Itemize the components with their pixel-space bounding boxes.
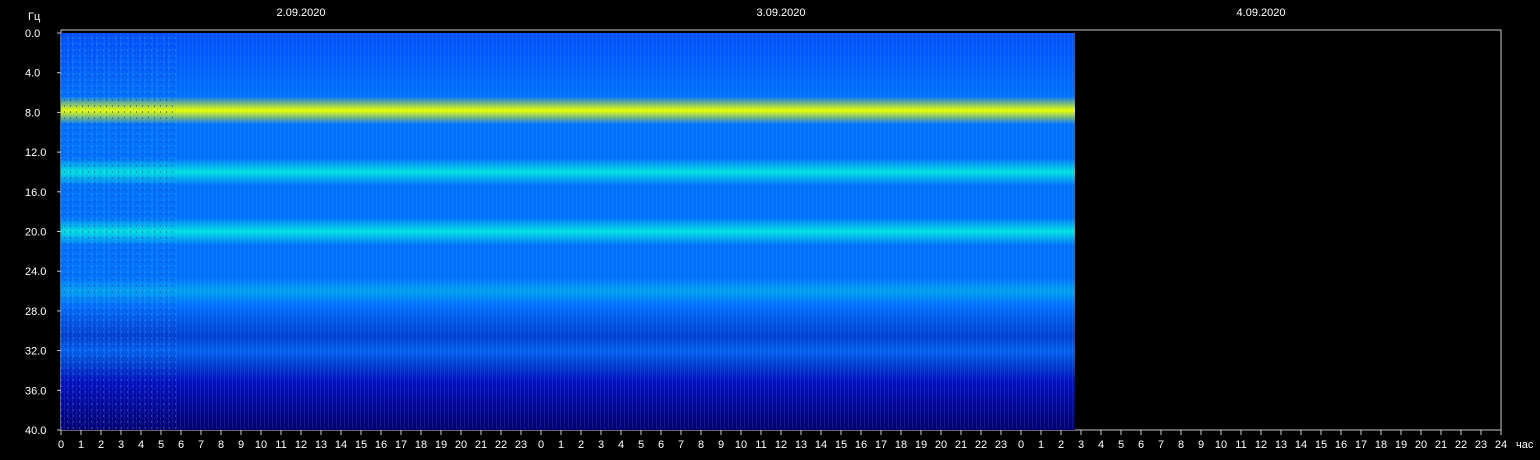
x-tick-label: 3 — [1078, 439, 1084, 451]
x-tick-label: 16 — [855, 439, 867, 451]
x-tick-label: 23 — [995, 439, 1007, 451]
x-tick-label: 6 — [178, 439, 184, 451]
x-tick-label: 17 — [875, 439, 887, 451]
x-tick-label: 14 — [1295, 439, 1307, 451]
x-tick-label: 22 — [1455, 439, 1467, 451]
x-tick-label: 1 — [558, 439, 564, 451]
x-tick-label: 19 — [435, 439, 447, 451]
x-tick-label: 8 — [218, 439, 224, 451]
x-tick-label: 13 — [795, 439, 807, 451]
x-tick-label: 1 — [78, 439, 84, 451]
y-tick-label: 32.0 — [25, 346, 46, 358]
x-tick-label: 13 — [1275, 439, 1287, 451]
x-tick-label: 24 — [1495, 439, 1507, 451]
x-tick-label: 15 — [355, 439, 367, 451]
x-tick-label: 16 — [375, 439, 387, 451]
y-tick-label: 12.0 — [25, 147, 46, 159]
spectrogram-texture — [61, 33, 1075, 430]
y-tick-label: 16.0 — [25, 187, 46, 199]
x-tick-label: 4 — [138, 439, 144, 451]
x-tick-label: 10 — [255, 439, 267, 451]
x-tick-label: 11 — [1235, 439, 1246, 451]
x-tick-label: 7 — [198, 439, 204, 451]
y-ticks: 0.0 4.0 8.0 12.0 16.0 20.0 24.0 28.0 32.0 36.0 40.… — [25, 28, 61, 437]
x-tick-label: 2 — [98, 439, 104, 451]
x-tick-label: 9 — [718, 439, 724, 451]
x-tick-label: 2 — [1058, 439, 1064, 451]
x-tick-label: 1 — [1038, 439, 1044, 451]
x-tick-label: 21 — [475, 439, 487, 451]
x-tick-label: 20 — [455, 439, 467, 451]
x-tick-label: 22 — [975, 439, 987, 451]
x-tick-label: 19 — [915, 439, 927, 451]
x-tick-label: 7 — [678, 439, 684, 451]
x-tick-label: 4 — [618, 439, 624, 451]
x-tick-label: 14 — [335, 439, 347, 451]
x-tick-label: 18 — [1375, 439, 1387, 451]
x-tick-label: 9 — [238, 439, 244, 451]
x-ticks: 0 1 2 3 4 5 6 7 8 9 10 11 12 13 14 15 16 17 18 19 20 21 22 23 0 1… — [58, 430, 1507, 451]
date-label: 4.09.2020 — [1237, 7, 1286, 19]
x-axis-label: час — [1516, 439, 1534, 451]
x-tick-label: 20 — [1415, 439, 1427, 451]
x-tick-label: 5 — [1118, 439, 1124, 451]
x-tick-label: 17 — [1355, 439, 1367, 451]
x-tick-label: 0 — [58, 439, 64, 451]
y-tick-label: 36.0 — [25, 385, 46, 397]
y-tick-label: 28.0 — [25, 306, 46, 318]
y-tick-label: 0.0 — [25, 28, 40, 40]
x-tick-label: 7 — [1158, 439, 1164, 451]
x-tick-label: 18 — [415, 439, 427, 451]
x-tick-label: 14 — [815, 439, 827, 451]
date-label: 3.09.2020 — [757, 7, 806, 19]
y-axis-label: Гц — [28, 11, 41, 23]
x-tick-label: 22 — [495, 439, 507, 451]
x-tick-label: 0 — [538, 439, 544, 451]
x-tick-label: 23 — [515, 439, 527, 451]
x-tick-label: 11 — [275, 439, 286, 451]
x-tick-label: 12 — [295, 439, 307, 451]
x-tick-label: 19 — [1395, 439, 1407, 451]
x-tick-label: 21 — [1435, 439, 1447, 451]
y-tick-label: 40.0 — [25, 425, 46, 437]
date-label: 2.09.2020 — [277, 7, 326, 19]
x-tick-label: 13 — [315, 439, 327, 451]
y-tick-label: 24.0 — [25, 266, 46, 278]
x-tick-label: 10 — [1215, 439, 1227, 451]
x-tick-label: 16 — [1335, 439, 1347, 451]
x-tick-label: 10 — [735, 439, 747, 451]
x-tick-label: 15 — [1315, 439, 1327, 451]
date-labels: 2.09.2020 3.09.2020 4.09.2020 — [277, 7, 1286, 19]
x-tick-label: 3 — [598, 439, 604, 451]
x-tick-label: 3 — [118, 439, 124, 451]
x-tick-label: 0 — [1018, 439, 1024, 451]
x-tick-label: 12 — [775, 439, 787, 451]
x-tick-label: 17 — [395, 439, 407, 451]
y-tick-label: 4.0 — [25, 68, 40, 80]
x-tick-label: 23 — [1475, 439, 1487, 451]
x-tick-label: 4 — [1098, 439, 1104, 451]
x-tick-label: 5 — [158, 439, 164, 451]
x-tick-label: 21 — [955, 439, 967, 451]
x-tick-label: 15 — [835, 439, 847, 451]
x-tick-label: 20 — [935, 439, 947, 451]
x-tick-label: 8 — [698, 439, 704, 451]
x-tick-label: 5 — [638, 439, 644, 451]
x-tick-label: 2 — [578, 439, 584, 451]
x-tick-label: 6 — [1138, 439, 1144, 451]
x-tick-label: 12 — [1255, 439, 1267, 451]
x-tick-label: 6 — [658, 439, 664, 451]
spectrogram-chart: Гц час 0.04.08.012.016.020.024.028.032.0… — [25, 7, 1534, 451]
x-tick-label: 11 — [755, 439, 766, 451]
y-tick-label: 20.0 — [25, 227, 46, 239]
x-tick-label: 9 — [1198, 439, 1204, 451]
noisy-segment — [61, 33, 177, 430]
x-tick-label: 8 — [1178, 439, 1184, 451]
x-tick-label: 18 — [895, 439, 907, 451]
y-tick-label: 8.0 — [25, 107, 40, 119]
